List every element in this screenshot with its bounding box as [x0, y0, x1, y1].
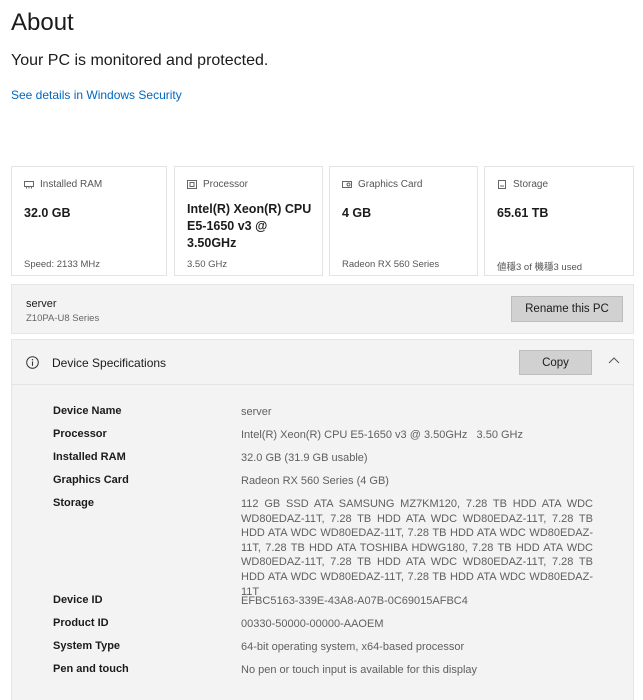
spec-row-installed-ram: Installed RAM 32.0 GB (31.9 GB usable)	[53, 451, 613, 466]
spec-row-graphics-card: Graphics Card Radeon RX 560 Series (4 GB…	[53, 474, 613, 489]
summary-cards: Installed RAM 32.0 GB Speed: 2133 MHz Pr…	[11, 166, 634, 278]
spec-label: System Type	[53, 640, 121, 652]
card-value: 4 GB	[342, 206, 372, 220]
copy-button[interactable]: Copy	[519, 350, 592, 375]
spec-label: Installed RAM	[53, 451, 126, 463]
card-storage: Storage 65.61 TB 値穩3 of 機穩3 used	[484, 166, 634, 276]
card-value: 65.61 TB	[497, 206, 549, 220]
card-subtext: Radeon RX 560 Series	[342, 259, 440, 270]
spec-label: Device Name	[53, 405, 122, 417]
spec-row-system-type: System Type 64-bit operating system, x64…	[53, 640, 613, 655]
spec-row-storage: Storage 112 GB SSD ATA SAMSUNG MZ7KM120,…	[53, 497, 613, 598]
spec-label: Pen and touch	[53, 663, 129, 675]
device-specifications-title: Device Specifications	[52, 356, 167, 370]
card-subtext: Speed: 2133 MHz	[24, 259, 101, 270]
card-installed-ram: Installed RAM 32.0 GB Speed: 2133 MHz	[11, 166, 167, 276]
spec-row-device-id: Device ID EFBC5163-339E-43A8-A07B-0C6901…	[53, 594, 613, 609]
spec-row-processor: Processor Intel(R) Xeon(R) CPU E5-1650 v…	[53, 428, 613, 443]
card-label: Storage	[513, 179, 549, 190]
spec-value: Radeon RX 560 Series (4 GB)	[241, 475, 389, 487]
spec-row-pen-and-touch: Pen and touch No pen or touch input is a…	[53, 663, 613, 678]
chevron-up-icon[interactable]	[608, 356, 620, 364]
pc-model: Z10PA-U8 Series	[26, 313, 100, 324]
info-icon	[26, 356, 39, 369]
processor-icon	[187, 180, 197, 189]
windows-security-link[interactable]: See details in Windows Security	[11, 88, 182, 102]
spec-value: Intel(R) Xeon(R) CPU E5-1650 v3 @ 3.50GH…	[241, 429, 523, 441]
card-subtext: 値穩3 of 機穩3 used	[497, 262, 583, 273]
page-title: About	[11, 9, 74, 36]
spec-value: 00330-50000-00000-AAOEM	[241, 618, 384, 630]
device-specifications-header[interactable]: Device Specifications Copy	[12, 340, 633, 385]
graphics-card-icon	[342, 181, 352, 188]
spec-label: Processor	[53, 428, 107, 440]
card-label: Processor	[203, 179, 249, 190]
spec-value: server	[241, 406, 272, 418]
device-specifications-panel: Device Specifications Copy Device Name s…	[11, 339, 634, 700]
spec-label: Graphics Card	[53, 474, 129, 486]
pc-name-panel: server Z10PA-U8 Series Rename this PC	[11, 284, 634, 334]
card-subtext: 3.50 GHz	[187, 259, 228, 270]
spec-row-device-name: Device Name server	[53, 405, 613, 420]
card-label: Graphics Card	[358, 179, 423, 190]
card-value: 32.0 GB	[24, 206, 71, 220]
spec-value: EFBC5163-339E-43A8-A07B-0C69015AFBC4	[241, 595, 468, 607]
card-label: Installed RAM	[40, 179, 103, 190]
storage-icon	[498, 180, 506, 189]
spec-label: Product ID	[53, 617, 109, 629]
rename-pc-button[interactable]: Rename this PC	[511, 296, 623, 322]
spec-value: 112 GB SSD ATA SAMSUNG MZ7KM120, 7.28 TB…	[241, 498, 593, 598]
spec-label: Device ID	[53, 594, 103, 606]
spec-value: 64-bit operating system, x64-based proce…	[241, 641, 465, 653]
protection-status: Your PC is monitored and protected.	[11, 52, 269, 69]
spec-value: No pen or touch input is available for t…	[241, 664, 478, 676]
ram-icon	[24, 181, 34, 189]
card-graphics: Graphics Card 4 GB Radeon RX 560 Series	[329, 166, 478, 276]
card-processor: Processor Intel(R) Xeon(R) CPU E5-1650 v…	[174, 166, 323, 276]
spec-row-product-id: Product ID 00330-50000-00000-AAOEM	[53, 617, 613, 632]
spec-value: 32.0 GB (31.9 GB usable)	[241, 452, 368, 464]
card-value: Intel(R) Xeon(R) CPU E5-1650 v3 @ 3.50GH…	[187, 202, 312, 250]
pc-name: server	[26, 298, 57, 310]
spec-label: Storage	[53, 497, 94, 509]
